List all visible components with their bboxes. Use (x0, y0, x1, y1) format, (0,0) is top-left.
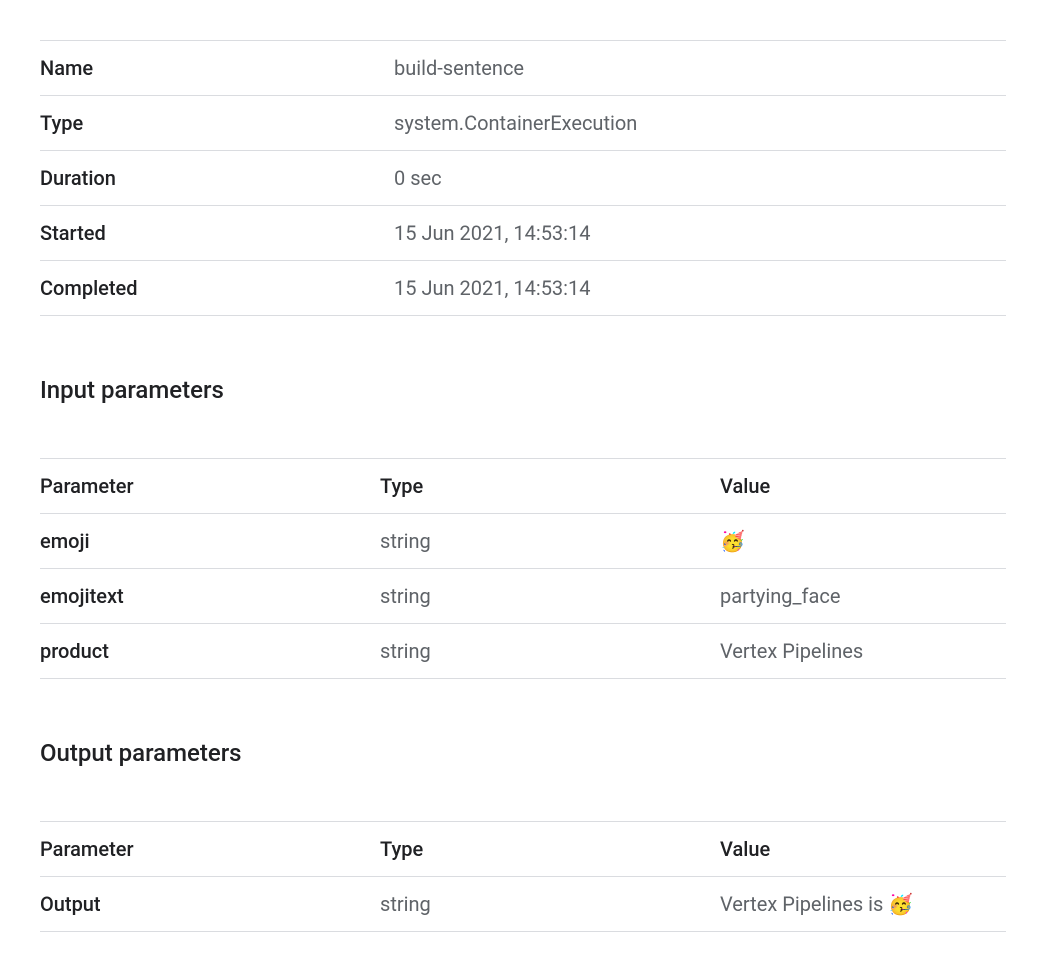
detail-label: Duration (40, 151, 394, 206)
table-row: Type system.ContainerExecution (40, 96, 1006, 151)
details-table: Name build-sentence Type system.Containe… (40, 40, 1006, 316)
table-row: emojitext string partying_face (40, 569, 1006, 624)
parameter-type: string (380, 514, 720, 569)
column-header-value: Value (720, 459, 1006, 514)
detail-label: Completed (40, 261, 394, 316)
table-row: Completed 15 Jun 2021, 14:53:14 (40, 261, 1006, 316)
table-row: Duration 0 sec (40, 151, 1006, 206)
detail-value: 15 Jun 2021, 14:53:14 (394, 206, 1006, 261)
parameter-value: Vertex Pipelines (720, 624, 1006, 679)
parameter-name: emojitext (40, 569, 380, 624)
detail-label: Started (40, 206, 394, 261)
detail-value: system.ContainerExecution (394, 96, 1006, 151)
table-header-row: Parameter Type Value (40, 459, 1006, 514)
column-header-parameter: Parameter (40, 822, 380, 877)
column-header-type: Type (380, 459, 720, 514)
table-row: emoji string 🥳 (40, 514, 1006, 569)
parameter-name: Output (40, 877, 380, 932)
table-row: Name build-sentence (40, 41, 1006, 96)
input-parameters-heading: Input parameters (40, 376, 1006, 404)
detail-label: Type (40, 96, 394, 151)
detail-value: 15 Jun 2021, 14:53:14 (394, 261, 1006, 316)
parameter-type: string (380, 877, 720, 932)
output-parameters-table: Parameter Type Value Output string Verte… (40, 821, 1006, 932)
table-row: Output string Vertex Pipelines is 🥳 (40, 877, 1006, 932)
table-header-row: Parameter Type Value (40, 822, 1006, 877)
column-header-value: Value (720, 822, 1006, 877)
table-row: Started 15 Jun 2021, 14:53:14 (40, 206, 1006, 261)
detail-value: build-sentence (394, 41, 1006, 96)
parameter-name: product (40, 624, 380, 679)
parameter-type: string (380, 624, 720, 679)
parameter-value: 🥳 (720, 514, 1006, 569)
parameter-value: partying_face (720, 569, 1006, 624)
column-header-type: Type (380, 822, 720, 877)
detail-label: Name (40, 41, 394, 96)
column-header-parameter: Parameter (40, 459, 380, 514)
table-row: product string Vertex Pipelines (40, 624, 1006, 679)
detail-value: 0 sec (394, 151, 1006, 206)
parameter-type: string (380, 569, 720, 624)
parameter-name: emoji (40, 514, 380, 569)
input-parameters-table: Parameter Type Value emoji string 🥳 emoj… (40, 458, 1006, 679)
parameter-value: Vertex Pipelines is 🥳 (720, 877, 1006, 932)
output-parameters-heading: Output parameters (40, 739, 1006, 767)
